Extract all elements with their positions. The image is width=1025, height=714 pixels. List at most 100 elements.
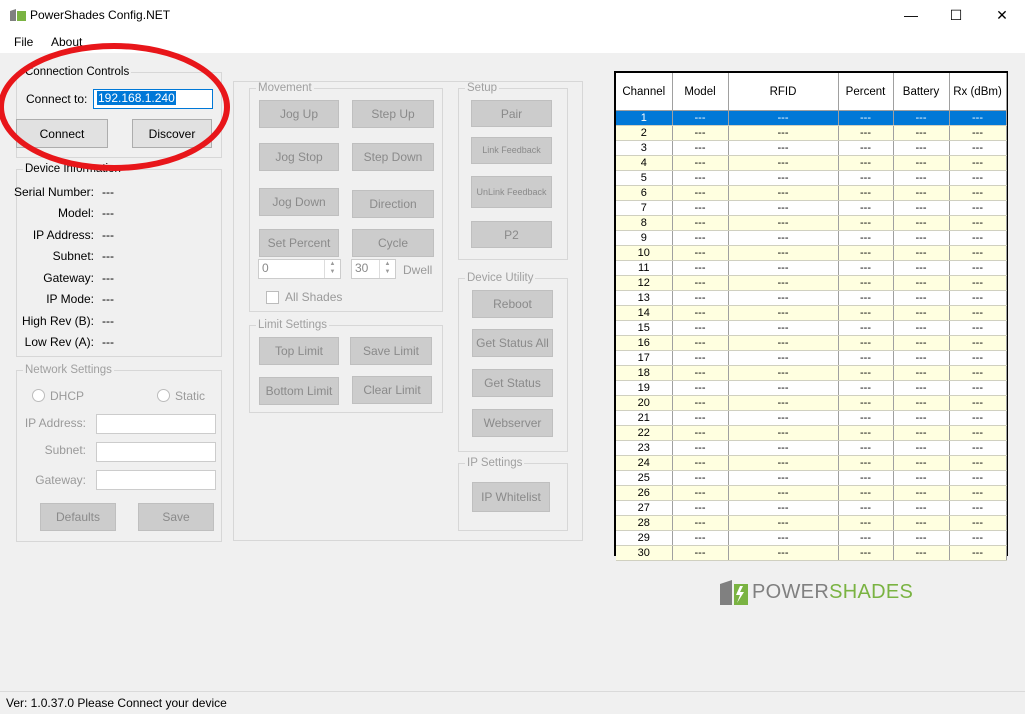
col-header-rfid[interactable]: RFID [728, 73, 839, 111]
table-row[interactable]: 19 --- --- --- --- --- [616, 380, 1007, 396]
table-row[interactable]: 4 --- --- --- --- --- [616, 155, 1007, 171]
grid-cell: --- [838, 485, 894, 501]
table-row[interactable]: 10 --- --- --- --- --- [616, 245, 1007, 261]
table-row[interactable]: 24 --- --- --- --- --- [616, 455, 1007, 471]
direction-button[interactable]: Direction [352, 190, 434, 218]
table-row[interactable]: 28 --- --- --- --- --- [616, 515, 1007, 531]
table-row[interactable]: 15 --- --- --- --- --- [616, 320, 1007, 336]
col-header-channel[interactable]: Channel [616, 73, 673, 111]
get-status-button[interactable]: Get Status [472, 369, 553, 397]
cycle-button[interactable]: Cycle [352, 229, 434, 257]
jog-stop-button[interactable]: Jog Stop [259, 143, 339, 171]
table-row[interactable]: 30 --- --- --- --- --- [616, 545, 1007, 561]
table-row[interactable]: 23 --- --- --- --- --- [616, 440, 1007, 456]
table-row[interactable]: 25 --- --- --- --- --- [616, 470, 1007, 486]
table-row[interactable]: 18 --- --- --- --- --- [616, 365, 1007, 381]
network-save-button[interactable]: Save [138, 503, 214, 531]
top-limit-button[interactable]: Top Limit [259, 337, 339, 365]
grid-cell: --- [949, 155, 1007, 171]
static-radio[interactable] [157, 389, 170, 402]
jog-up-button[interactable]: Jog Up [259, 100, 339, 128]
link-feedback-button[interactable]: Link Feedback [471, 137, 552, 164]
menu-file[interactable]: File [14, 35, 33, 49]
col-header-battery[interactable]: Battery [893, 73, 950, 111]
table-row[interactable]: 14 --- --- --- --- --- [616, 305, 1007, 321]
col-header-rx[interactable]: Rx (dBm) [949, 73, 1007, 111]
grid-cell: --- [728, 125, 839, 141]
grid-cell: --- [949, 320, 1007, 336]
grid-cell: --- [893, 410, 950, 426]
grid-cell: --- [893, 185, 950, 201]
grid-cell: --- [672, 335, 729, 351]
reboot-button[interactable]: Reboot [472, 290, 553, 318]
p2-button[interactable]: P2 [471, 221, 552, 248]
table-row[interactable]: 7 --- --- --- --- --- [616, 200, 1007, 216]
grid-cell: --- [728, 200, 839, 216]
grid-cell: --- [728, 170, 839, 186]
table-row[interactable]: 17 --- --- --- --- --- [616, 350, 1007, 366]
grid-cell: --- [728, 185, 839, 201]
table-row[interactable]: 20 --- --- --- --- --- [616, 395, 1007, 411]
table-row[interactable]: 11 --- --- --- --- --- [616, 260, 1007, 276]
net-gateway-label: Gateway: [35, 473, 86, 487]
table-row[interactable]: 8 --- --- --- --- --- [616, 215, 1007, 231]
percent-spinbox[interactable]: 0 ▲ ▼ [258, 259, 341, 279]
unlink-feedback-button[interactable]: UnLink Feedback [471, 176, 552, 208]
table-row[interactable]: 5 --- --- --- --- --- [616, 170, 1007, 186]
table-row[interactable]: 21 --- --- --- --- --- [616, 410, 1007, 426]
channel-cell: 14 [616, 305, 673, 321]
table-row[interactable]: 22 --- --- --- --- --- [616, 425, 1007, 441]
net-ip-address-input[interactable] [96, 414, 216, 434]
dwell-spin-arrows-icon[interactable]: ▲ ▼ [379, 260, 395, 278]
grid-cell: --- [838, 425, 894, 441]
high-rev-label: High Rev (B): [21, 314, 94, 328]
channel-cell: 1 [616, 110, 673, 126]
all-shades-checkbox[interactable] [266, 291, 279, 304]
table-row[interactable]: 29 --- --- --- --- --- [616, 530, 1007, 546]
table-row[interactable]: 6 --- --- --- --- --- [616, 185, 1007, 201]
col-header-percent[interactable]: Percent [838, 73, 894, 111]
save-limit-button[interactable]: Save Limit [350, 337, 432, 365]
dwell-spinbox[interactable]: 30 ▲ ▼ [351, 259, 396, 279]
table-row[interactable]: 13 --- --- --- --- --- [616, 290, 1007, 306]
table-row[interactable]: 1 --- --- --- --- --- [616, 110, 1007, 126]
grid-cell: --- [893, 245, 950, 261]
channel-cell: 8 [616, 215, 673, 231]
set-percent-button[interactable]: Set Percent [259, 229, 339, 257]
table-row[interactable]: 2 --- --- --- --- --- [616, 125, 1007, 141]
clear-limit-button[interactable]: Clear Limit [352, 376, 432, 404]
grid-cell: --- [838, 410, 894, 426]
grid-cell: --- [893, 320, 950, 336]
minimize-button[interactable]: — [888, 0, 934, 31]
col-header-model[interactable]: Model [672, 73, 729, 111]
bottom-limit-button[interactable]: Bottom Limit [259, 377, 339, 405]
table-row[interactable]: 12 --- --- --- --- --- [616, 275, 1007, 291]
channel-cell: 15 [616, 320, 673, 336]
step-up-button[interactable]: Step Up [352, 100, 434, 128]
step-down-button[interactable]: Step Down [352, 143, 434, 171]
grid-cell: --- [893, 440, 950, 456]
ip-whitelist-button[interactable]: IP Whitelist [472, 482, 550, 512]
percent-spin-arrows-icon[interactable]: ▲ ▼ [324, 260, 340, 278]
close-button[interactable]: ✕ [979, 0, 1025, 31]
net-gateway-input[interactable] [96, 470, 216, 490]
net-subnet-input[interactable] [96, 442, 216, 462]
dhcp-radio[interactable] [32, 389, 45, 402]
grid-cell: --- [672, 170, 729, 186]
table-row[interactable]: 27 --- --- --- --- --- [616, 500, 1007, 516]
channel-grid[interactable]: Channel Model RFID Percent Battery Rx (d… [614, 71, 1008, 561]
defaults-button[interactable]: Defaults [40, 503, 116, 531]
grid-cell: --- [893, 215, 950, 231]
jog-down-button[interactable]: Jog Down [259, 188, 339, 216]
grid-cell: --- [728, 440, 839, 456]
get-status-all-button[interactable]: Get Status All [472, 329, 553, 357]
table-row[interactable]: 3 --- --- --- --- --- [616, 140, 1007, 156]
table-row[interactable]: 9 --- --- --- --- --- [616, 230, 1007, 246]
pair-button[interactable]: Pair [471, 100, 552, 127]
ip-mode-value: --- [102, 292, 114, 306]
grid-cell: --- [949, 275, 1007, 291]
maximize-button[interactable]: ☐ [933, 0, 979, 31]
webserver-button[interactable]: Webserver [472, 409, 553, 437]
table-row[interactable]: 16 --- --- --- --- --- [616, 335, 1007, 351]
table-row[interactable]: 26 --- --- --- --- --- [616, 485, 1007, 501]
